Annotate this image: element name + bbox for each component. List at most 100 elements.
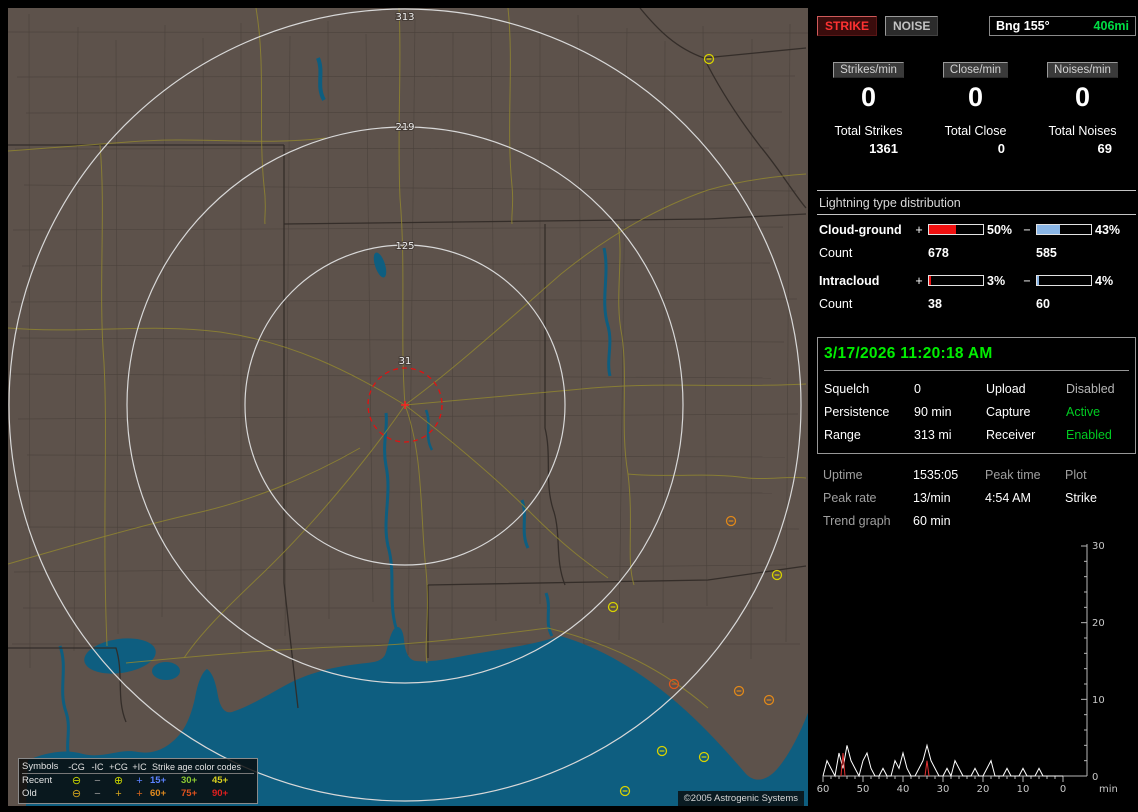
legend-age-title: Strike age color codes: [152, 761, 242, 772]
capture-label: Capture: [986, 405, 1031, 419]
plus-sign: +: [915, 273, 923, 288]
cg-positive-pct: 50%: [987, 222, 1013, 237]
legend-row-recent: Recent ⊖ − ⊕ + 15+ 30+ 45+: [22, 774, 254, 787]
squelch-value: 0: [914, 382, 921, 396]
trend-graph-label: Trend graph: [823, 514, 891, 528]
total-close-value: 0: [997, 141, 1005, 156]
settings-grid: Squelch 0 Upload Disabled Persistence 90…: [824, 382, 1129, 442]
close-per-min-label[interactable]: Close/min: [942, 62, 1009, 78]
y-tick-30: 30: [1092, 541, 1105, 552]
cg-positive-count: 678: [928, 246, 949, 260]
peak-time-label: Peak time: [985, 468, 1041, 482]
receiver-status: Enabled: [1066, 428, 1112, 442]
ic-positive-bar: [928, 275, 984, 286]
count-label: Count: [819, 297, 853, 311]
noises-per-min-label[interactable]: Noises/min: [1047, 62, 1118, 78]
y-tick-10: 10: [1092, 695, 1105, 706]
legend-symbol: ⊖: [71, 774, 82, 787]
trend-graph-value: 60 min: [913, 514, 951, 528]
status-panel: 3/17/2026 11:20:18 AM Squelch 0 Upload D…: [817, 337, 1136, 454]
lake: [152, 662, 180, 680]
uptime-panel: Uptime 1535:05 Peak time Plot Peak rate …: [823, 468, 1136, 505]
cg-negative-count: 585: [1036, 246, 1057, 260]
minus-sign: −: [1023, 273, 1031, 288]
strike-legend: Symbols -CG -IC +CG +IC Strike age color…: [18, 758, 258, 804]
legend-symbol: ⊖: [71, 787, 82, 800]
legend-symbol: +: [136, 787, 143, 800]
app-window: 313 219 125 31 Symbols -CG -IC +CG +IC S…: [0, 0, 1138, 812]
peak-time-value: 4:54 AM: [985, 491, 1031, 505]
intracloud-label: Intracloud: [819, 273, 880, 288]
persistence-value: 90 min: [914, 405, 952, 419]
legend-age-code: 90+: [212, 788, 229, 799]
legend-symbol: +: [136, 774, 143, 787]
strikes-per-min-counter: Strikes/min 0 Total Strikes 1361: [815, 62, 922, 156]
ic-negative-pct: 4%: [1095, 273, 1114, 288]
distribution-title: Lightning type distribution: [817, 191, 1136, 215]
legend-symbols-title: Symbols: [22, 761, 59, 772]
peak-rate-label: Peak rate: [823, 491, 877, 505]
legend-old-label: Old: [22, 788, 37, 799]
total-strikes-value: 1361: [869, 141, 898, 156]
x-tick-50: 50: [857, 784, 870, 795]
sidebar-panel: STRIKE NOISE Bng 155° 406mi Strikes/min …: [815, 0, 1138, 812]
trend-chart-svg: 30 20 10 0 60 50 40 30 20 10 0 min: [817, 541, 1118, 795]
persistence-label: Persistence: [824, 405, 890, 419]
x-tick-0: 0: [1060, 784, 1066, 795]
legend-symbol: ⊕: [113, 774, 124, 787]
legend-age-code: 60+: [150, 788, 167, 799]
cg-negative-bar: [1036, 224, 1092, 235]
map-panel[interactable]: 313 219 125 31 Symbols -CG -IC +CG +IC S…: [8, 8, 808, 806]
legend-recent-ages: 15+ 30+ 45+: [150, 775, 254, 786]
legend-symbol: −: [94, 787, 101, 800]
legend-symbol: +: [115, 787, 122, 800]
x-tick-30: 30: [937, 784, 950, 795]
legend-col-pic: +IC: [132, 761, 147, 772]
noises-per-min-counter: Noises/min 0 Total Noises 69: [1029, 62, 1136, 156]
legend-recent-label: Recent: [22, 775, 53, 786]
close-per-min-value: 0: [967, 82, 984, 112]
datetime-display: 3/17/2026 11:20:18 AM: [824, 345, 1129, 371]
uptime-label: Uptime: [823, 468, 863, 482]
bearing-readout: Bng 155° 406mi: [989, 16, 1136, 36]
ring-label-219: 219: [395, 122, 414, 133]
peak-rate-value: 13/min: [913, 491, 951, 505]
strikes-per-min-value: 0: [860, 82, 877, 112]
intracloud-row: Intracloud + 3% − 4%: [819, 273, 1136, 288]
bearing-distance: 406mi: [1093, 19, 1129, 33]
legend-old-symbols: ⊖ − + +: [66, 788, 150, 800]
strike-rate-trace: [822, 743, 1063, 778]
trend-graph-row: Trend graph 60 min: [823, 514, 1136, 528]
legend-col-ncg: -CG: [68, 761, 85, 772]
x-tick-60: 60: [817, 784, 829, 795]
total-close-label: Total Close: [944, 124, 1007, 138]
legend-age-code: 30+: [181, 775, 198, 786]
cloud-ground-count-row: Count 678 585: [819, 246, 1136, 260]
total-noises-value: 69: [1097, 141, 1112, 156]
strike-mode-button[interactable]: STRIKE: [817, 16, 878, 36]
ic-negative-count: 60: [1036, 297, 1050, 311]
lightning-map[interactable]: 313 219 125 31: [8, 8, 808, 806]
total-noises-label: Total Noises: [1048, 124, 1117, 138]
squelch-label: Squelch: [824, 382, 870, 396]
legend-age-code: 75+: [181, 788, 198, 799]
y-tick-20: 20: [1092, 618, 1105, 629]
ic-positive-pct: 3%: [987, 273, 1006, 288]
upload-status: Disabled: [1066, 382, 1115, 396]
capture-status: Active: [1066, 405, 1101, 419]
minus-sign: −: [1023, 222, 1031, 237]
x-axis-unit: min: [1099, 784, 1118, 795]
x-tick-10: 10: [1017, 784, 1030, 795]
legend-recent-symbols: ⊖ − ⊕ +: [66, 775, 150, 787]
ring-label-31: 31: [399, 356, 412, 367]
legend-age-code: 45+: [212, 775, 229, 786]
rate-counters: Strikes/min 0 Total Strikes 1361 Close/m…: [815, 62, 1138, 156]
y-tick-0: 0: [1092, 772, 1098, 783]
range-label: Range: [824, 428, 861, 442]
noise-mode-button[interactable]: NOISE: [885, 16, 939, 36]
plot-value: Strike: [1065, 491, 1097, 505]
strikes-per-min-label[interactable]: Strikes/min: [833, 62, 904, 78]
ic-positive-count: 38: [928, 297, 942, 311]
upload-label: Upload: [986, 382, 1026, 396]
uptime-value: 1535:05: [913, 468, 959, 482]
